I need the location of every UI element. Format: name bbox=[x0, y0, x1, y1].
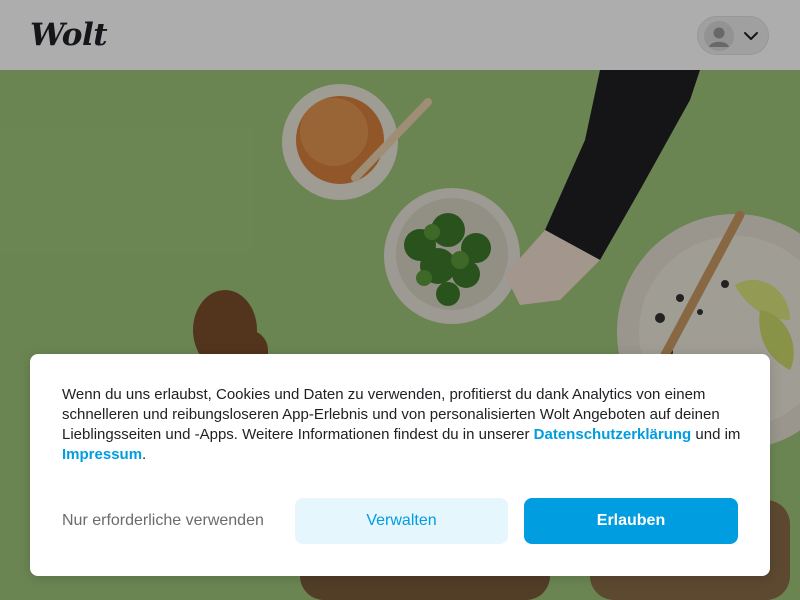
manage-button[interactable]: Verwalten bbox=[295, 498, 508, 544]
privacy-policy-link[interactable]: Datenschutzerklärung bbox=[534, 426, 692, 443]
allow-button[interactable]: Erlauben bbox=[524, 498, 738, 544]
consent-description: Wenn du uns erlaubst, Cookies und Daten … bbox=[62, 385, 742, 465]
consent-text-part: und im bbox=[691, 426, 741, 443]
consent-text-part: . bbox=[142, 446, 147, 463]
cookie-consent-dialog: Wenn du uns erlaubst, Cookies und Daten … bbox=[30, 354, 770, 576]
necessary-only-button[interactable]: Nur erforderliche verwenden bbox=[62, 498, 264, 544]
imprint-link[interactable]: Impressum bbox=[62, 446, 142, 463]
